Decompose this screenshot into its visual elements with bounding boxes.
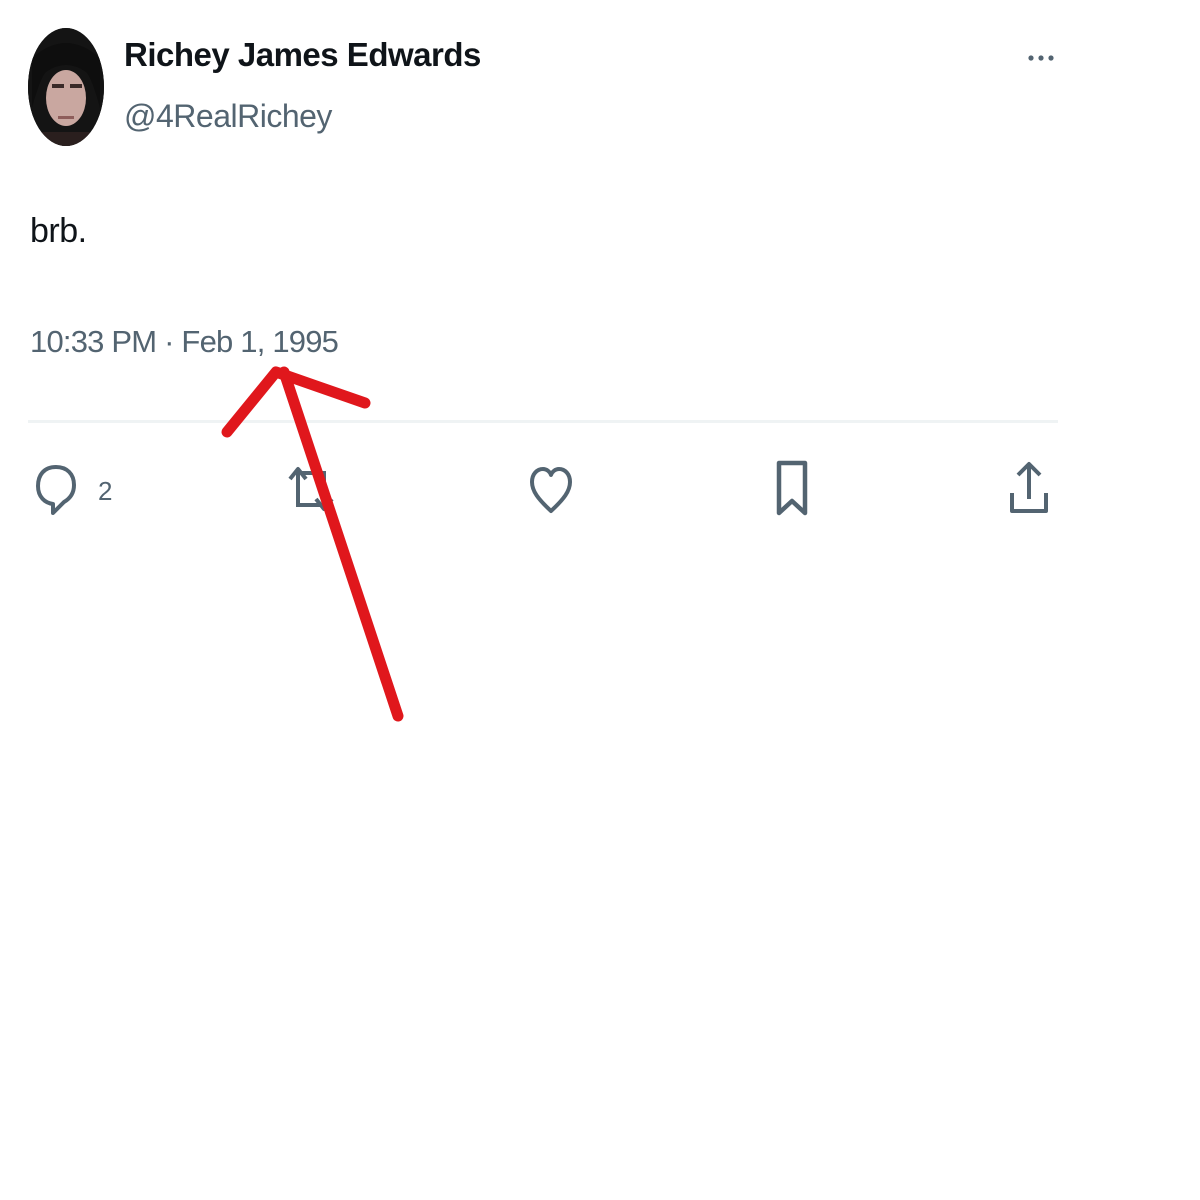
tweet-timestamp[interactable]: 10:33 PM · Feb 1, 1995 xyxy=(30,324,339,360)
more-horizontal-icon xyxy=(1028,55,1054,61)
reply-icon xyxy=(36,465,76,515)
author-handle[interactable]: @4RealRichey xyxy=(124,98,332,135)
bookmark-button[interactable] xyxy=(772,458,812,520)
bookmark-icon xyxy=(776,460,808,516)
share-icon xyxy=(1010,462,1048,513)
reply-count: 2 xyxy=(98,475,113,506)
author-display-name[interactable]: Richey James Edwards xyxy=(124,36,481,74)
more-options-button[interactable] xyxy=(1016,36,1066,80)
reply-button[interactable]: 2 xyxy=(34,458,112,520)
retweet-icon xyxy=(288,467,334,511)
tweet-card: Richey James Edwards @4RealRichey brb. 1… xyxy=(0,0,1200,1200)
avatar[interactable] xyxy=(28,28,104,146)
tweet-text: brb. xyxy=(30,212,87,250)
red-arrow-annotation xyxy=(221,366,404,722)
retweet-button[interactable] xyxy=(286,458,336,520)
like-button[interactable] xyxy=(528,458,574,520)
share-button[interactable] xyxy=(1006,458,1052,520)
heart-icon xyxy=(530,467,572,513)
divider xyxy=(28,420,1058,423)
